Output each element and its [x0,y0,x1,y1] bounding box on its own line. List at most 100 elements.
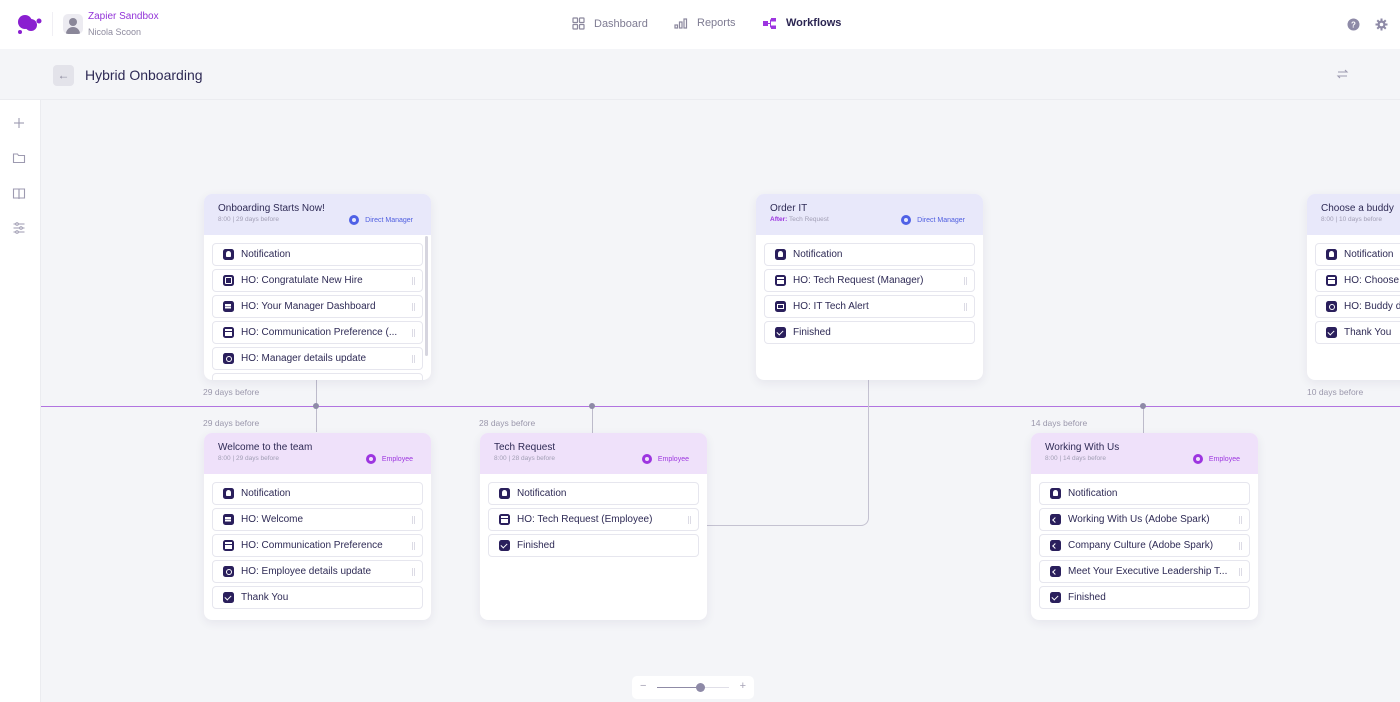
sync-icon [1326,301,1337,312]
step-item[interactable]: HO: Tech Request (Employee) [488,508,699,531]
checkbox-icon [1050,592,1061,603]
step-item[interactable]: HO: Manager details update [212,347,423,370]
step-item[interactable]: HO: Tech Request (Manager) [764,269,975,292]
step-item[interactable]: Notification [1039,482,1250,505]
org-name[interactable]: Zapier Sandbox [88,11,159,22]
connector-line [592,406,593,433]
user-icon [1192,454,1203,464]
step-label: Finished [793,327,831,338]
role-label: Employee [381,455,413,463]
step-item[interactable]: HO: Welcome [212,508,423,531]
back-button[interactable]: ← [53,65,74,86]
step-label: Notification [1068,488,1118,499]
scrollbar[interactable] [425,236,428,356]
step-label: Meet Your Executive Leadership T... [1068,566,1228,577]
step-item[interactable]: Notification [764,243,975,266]
step-item[interactable]: Notification [212,243,423,266]
step-card-welcome-to-the-team[interactable]: Welcome to the team 8:00 | 29 days befor… [204,433,431,620]
arrow-left-icon: ← [57,68,70,82]
drag-handle[interactable] [412,355,415,363]
drag-handle[interactable] [688,516,691,524]
step-item[interactable]: Company Culture (Adobe Spark) [1039,534,1250,557]
user-icon [901,215,912,225]
step-card-tech-request[interactable]: Tech Request 8:00 | 28 days before Emplo… [480,433,707,620]
step-item[interactable]: HO: Your Manager Dashboard [212,295,423,318]
step-card-onboarding-starts-now[interactable]: Onboarding Starts Now! 8:00 | 29 days be… [204,194,431,380]
step-item[interactable]: HO: Employee details update [212,560,423,583]
step-card-order-it[interactable]: Order IT After: Tech Request Direct Mana… [756,194,983,380]
bell-icon [775,249,786,260]
step-item[interactable] [212,373,423,380]
step-item[interactable]: Thank You [212,586,423,609]
folder-icon[interactable] [12,151,26,165]
step-card-choose-a-buddy[interactable]: Choose a buddy 8:00 | 10 days before Not… [1307,194,1400,380]
role-label: Direct Manager [365,216,413,224]
user-avatar[interactable] [63,14,83,34]
sliders-icon[interactable] [12,221,26,235]
nav-reports[interactable]: Reports [674,17,736,29]
book-icon[interactable] [12,186,26,200]
workflow-icon [763,17,776,29]
drag-handle[interactable] [964,277,967,285]
step-item[interactable]: Notification [488,482,699,505]
form-icon [223,540,234,551]
user-icon [365,454,376,464]
drag-handle[interactable] [412,303,415,311]
step-item[interactable]: Finished [488,534,699,557]
step-item[interactable]: Finished [1039,586,1250,609]
drag-handle[interactable] [1239,516,1242,524]
nav-workflows[interactable]: Workflows [763,17,841,29]
step-item[interactable]: Thank You [1315,321,1400,344]
step-item[interactable]: HO: Communication Preference [212,534,423,557]
step-item[interactable]: HO: Buddy d [1315,295,1400,318]
card-header: Choose a buddy 8:00 | 10 days before [1307,194,1400,235]
role-badge: Direct Manager [349,215,413,225]
card-header: Order IT After: Tech Request Direct Mana… [756,194,983,235]
step-label: Notification [241,488,291,499]
drag-handle[interactable] [412,277,415,285]
drag-handle[interactable] [412,568,415,576]
role-label: Employee [1208,455,1240,463]
step-item[interactable]: HO: Choose [1315,269,1400,292]
workflow-canvas[interactable]: Onboarding Starts Now! 8:00 | 29 days be… [41,100,1400,702]
step-item[interactable]: Working With Us (Adobe Spark) [1039,508,1250,531]
drag-handle[interactable] [412,516,415,524]
help-icon[interactable]: ? [1347,18,1360,31]
step-item[interactable]: Finished [764,321,975,344]
gear-icon[interactable] [1375,18,1388,31]
zoom-slider-fill [657,687,701,688]
zoom-out-button[interactable]: − [640,680,646,692]
step-label: Notification [241,249,291,260]
step-item[interactable]: HO: IT Tech Alert [764,295,975,318]
mail-icon [775,301,786,312]
bell-icon [1050,488,1061,499]
swap-icon[interactable] [1336,68,1349,80]
step-label: Thank You [1344,327,1392,338]
nav-dashboard[interactable]: Dashboard [572,17,648,30]
drag-handle[interactable] [412,542,415,550]
drag-handle[interactable] [1239,568,1242,576]
step-item[interactable]: Notification [212,482,423,505]
step-item[interactable]: Notification [1315,243,1400,266]
bell-icon [1326,249,1337,260]
drag-handle[interactable] [964,303,967,311]
drag-handle[interactable] [1239,542,1242,550]
days-label: 14 days before [1031,418,1088,428]
dependency-connector [705,380,869,526]
step-label: Working With Us (Adobe Spark) [1068,514,1210,525]
zoom-slider[interactable] [657,683,729,692]
drag-handle[interactable] [412,329,415,337]
days-label: 29 days before [203,418,260,428]
plus-icon[interactable] [12,116,26,130]
step-card-working-with-us[interactable]: Working With Us 8:00 | 14 days before Em… [1031,433,1258,620]
step-label: HO: Communication Preference (... [241,327,398,338]
app-logo[interactable] [16,13,44,35]
step-item[interactable]: HO: Congratulate New Hire [212,269,423,292]
after-value: Tech Request [789,216,829,223]
zoom-in-button[interactable]: + [740,680,746,692]
step-item[interactable]: HO: Communication Preference (... [212,321,423,344]
step-item[interactable]: Meet Your Executive Leadership T... [1039,560,1250,583]
days-label: 28 days before [479,418,536,428]
timeline-node [589,403,595,409]
zoom-slider-handle[interactable] [696,683,706,692]
